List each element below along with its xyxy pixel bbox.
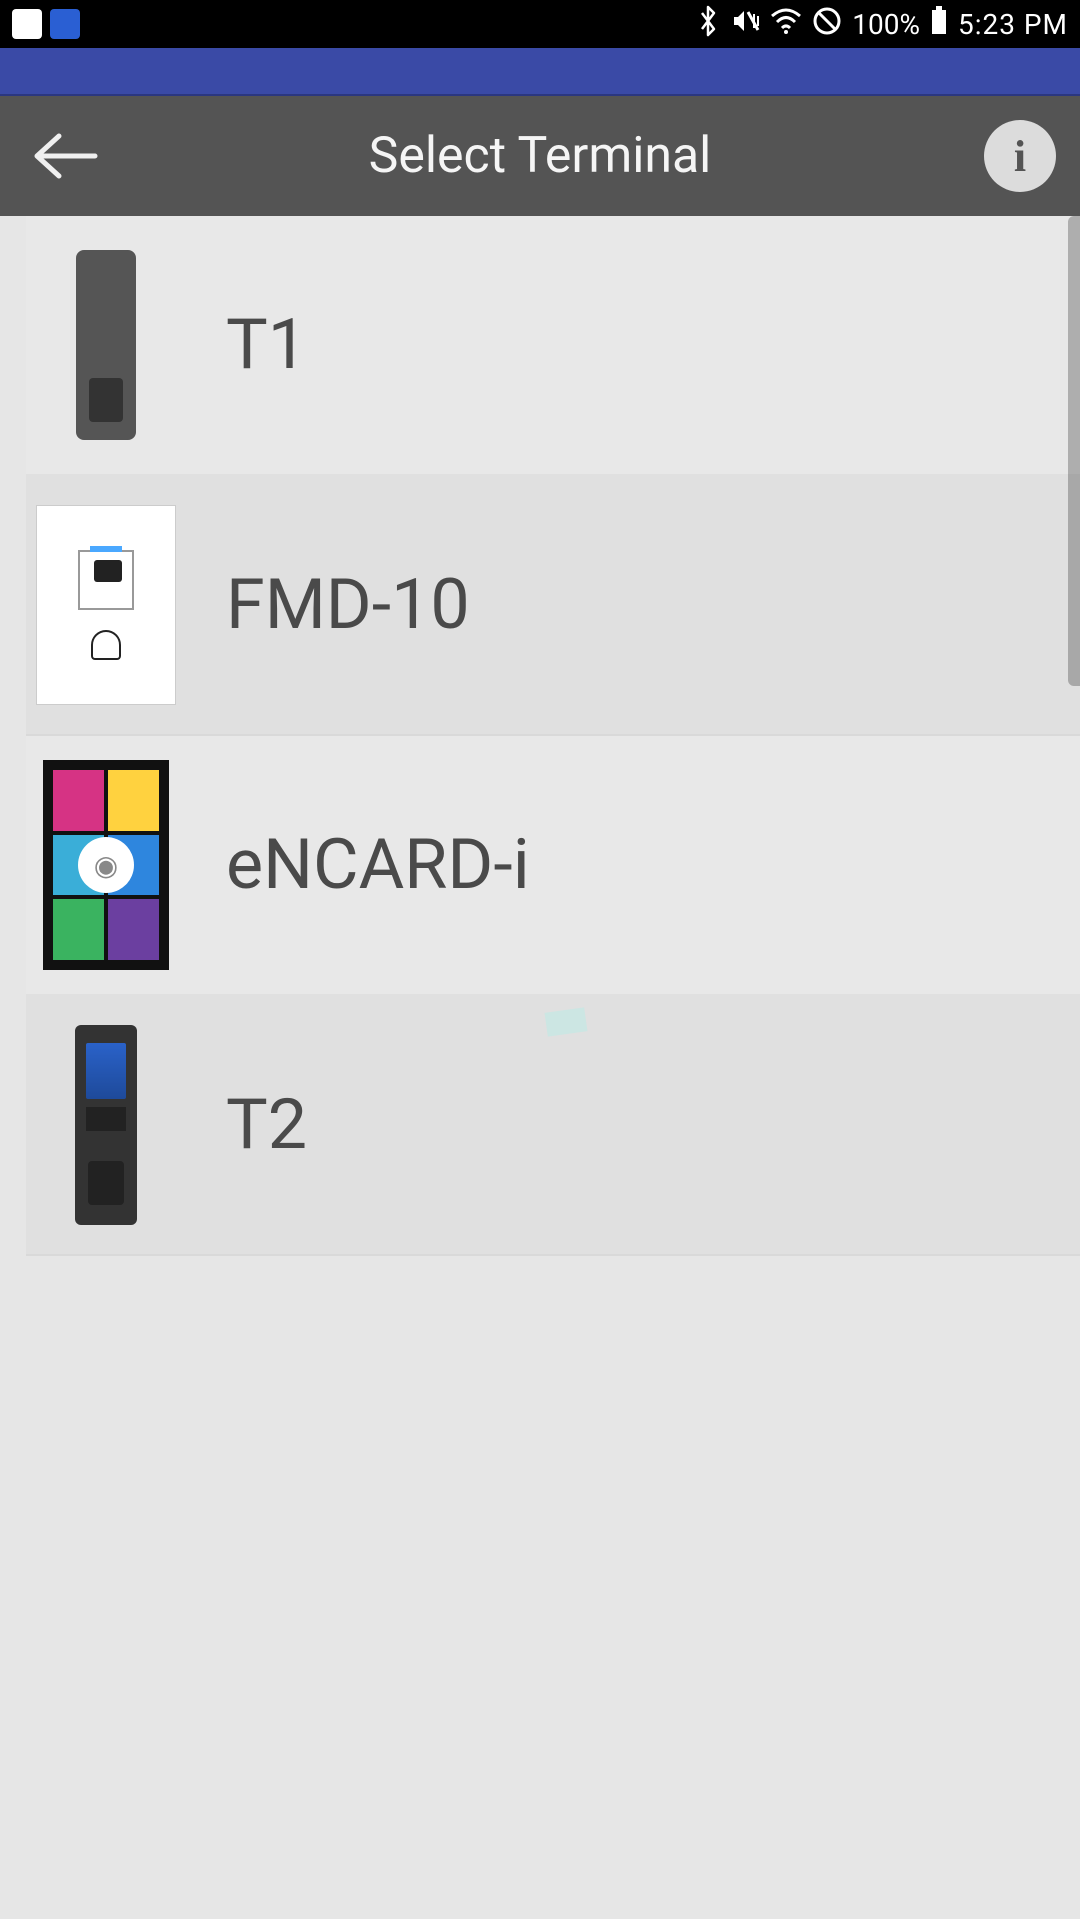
terminal-label: eNCARD-i [226,824,530,906]
terminal-item-encard[interactable]: ◉ eNCARD-i [26,736,1080,996]
battery-icon [930,6,948,43]
status-bar: 100% 5:23 PM [0,0,1080,48]
terminal-label: T1 [226,304,307,386]
app-top-bar [0,48,1080,96]
clock-text: 5:23 PM [958,8,1068,41]
wifi-icon [770,8,802,41]
page-title: Select Terminal [369,127,712,185]
terminal-list[interactable]: T1 FMD-10 ◉ eNCARD-i [0,216,1080,1919]
device-image-icon [76,250,136,440]
arrow-left-icon [29,130,99,182]
terminal-item-t1[interactable]: T1 [26,216,1080,476]
info-icon: i [1014,131,1026,182]
battery-percent-text: 100% [852,8,920,41]
terminal-thumbnail [26,1025,186,1225]
no-sim-icon [812,6,842,43]
device-image-icon: ◉ [43,760,169,970]
terminal-thumbnail [26,505,186,705]
device-image-icon [75,1025,137,1225]
fingerprint-icon: ◉ [78,837,134,893]
terminal-thumbnail [26,245,186,445]
bell-icon [91,630,121,660]
info-button[interactable]: i [984,120,1056,192]
app-header: Select Terminal i [0,96,1080,216]
terminal-label: FMD-10 [226,564,470,646]
terminal-thumbnail: ◉ [26,765,186,965]
terminal-label: T2 [226,1084,307,1166]
terminal-item-fmd10[interactable]: FMD-10 [26,476,1080,736]
device-image-icon [36,505,176,705]
back-button[interactable] [24,116,104,196]
scrollbar-thumb[interactable] [1068,216,1080,686]
notification-app-icon-1 [12,9,42,39]
mute-vibrate-icon [730,6,760,43]
notification-app-icon-2 [50,9,80,39]
bluetooth-icon [696,5,720,44]
